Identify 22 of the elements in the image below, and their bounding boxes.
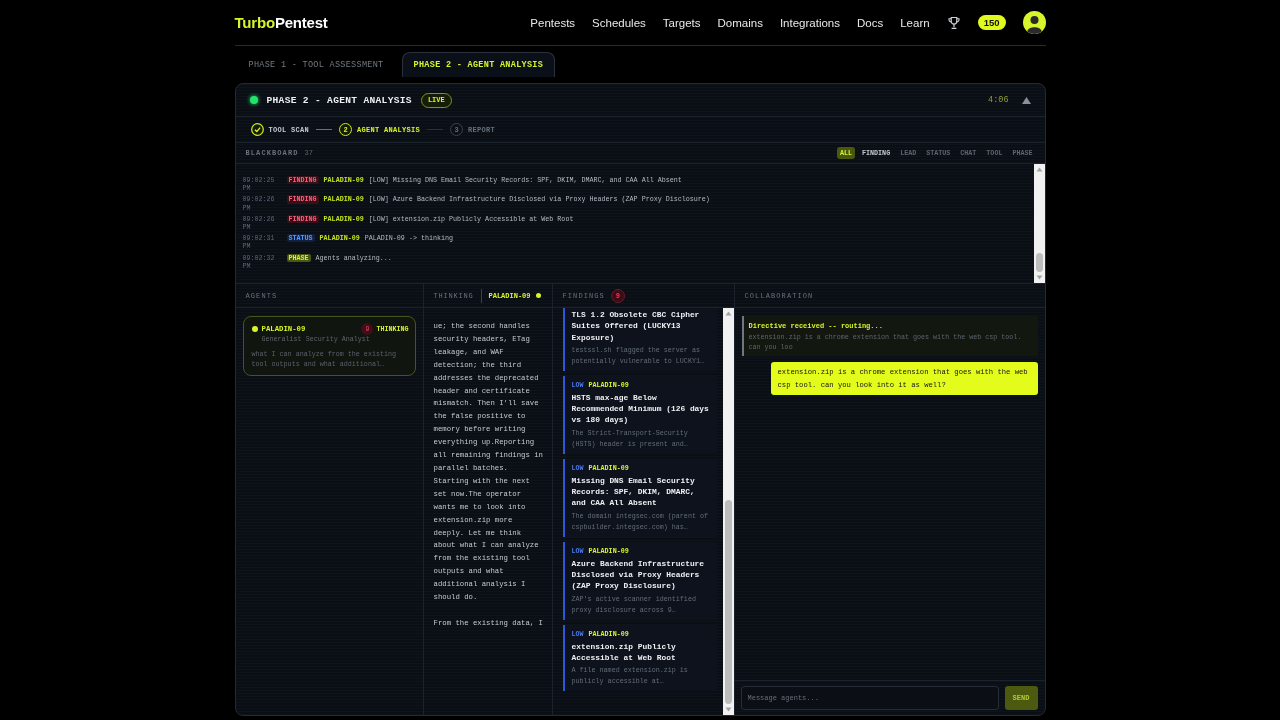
logo[interactable]: TurboPentest — [234, 14, 328, 31]
nav-link[interactable]: Integrations — [779, 16, 840, 29]
scrollbar-thumb[interactable] — [724, 499, 732, 704]
avatar-icon[interactable] — [1022, 11, 1046, 34]
caret-icon[interactable] — [1021, 96, 1031, 104]
scrollbar[interactable] — [1033, 164, 1045, 283]
nav-link[interactable]: Pentests — [530, 16, 576, 29]
trophy-icon[interactable] — [946, 15, 961, 30]
scrollbar[interactable] — [722, 308, 734, 715]
points-badge[interactable]: 150 — [977, 15, 1006, 30]
elapsed-time: 4:06 — [988, 95, 1009, 105]
nav-link[interactable]: Domains — [717, 16, 763, 29]
status-dot-icon — [251, 326, 258, 332]
phase-tab[interactable]: PHASE 1 - TOOL ASSESSMENT — [234, 52, 398, 77]
phase-tab[interactable]: PHASE 2 - AGENT ANALYSIS — [401, 52, 556, 77]
nav-link[interactable]: Schedules — [592, 16, 646, 29]
nav-link[interactable]: Learn — [900, 16, 930, 29]
scrollbar-thumb[interactable] — [1035, 252, 1043, 272]
phase-title: PHASE 2 - AGENT ANALYSIS — [266, 94, 412, 106]
nav-link[interactable]: Docs — [857, 16, 884, 29]
nav-link[interactable]: Targets — [662, 16, 701, 29]
status-dot-icon — [535, 293, 541, 298]
